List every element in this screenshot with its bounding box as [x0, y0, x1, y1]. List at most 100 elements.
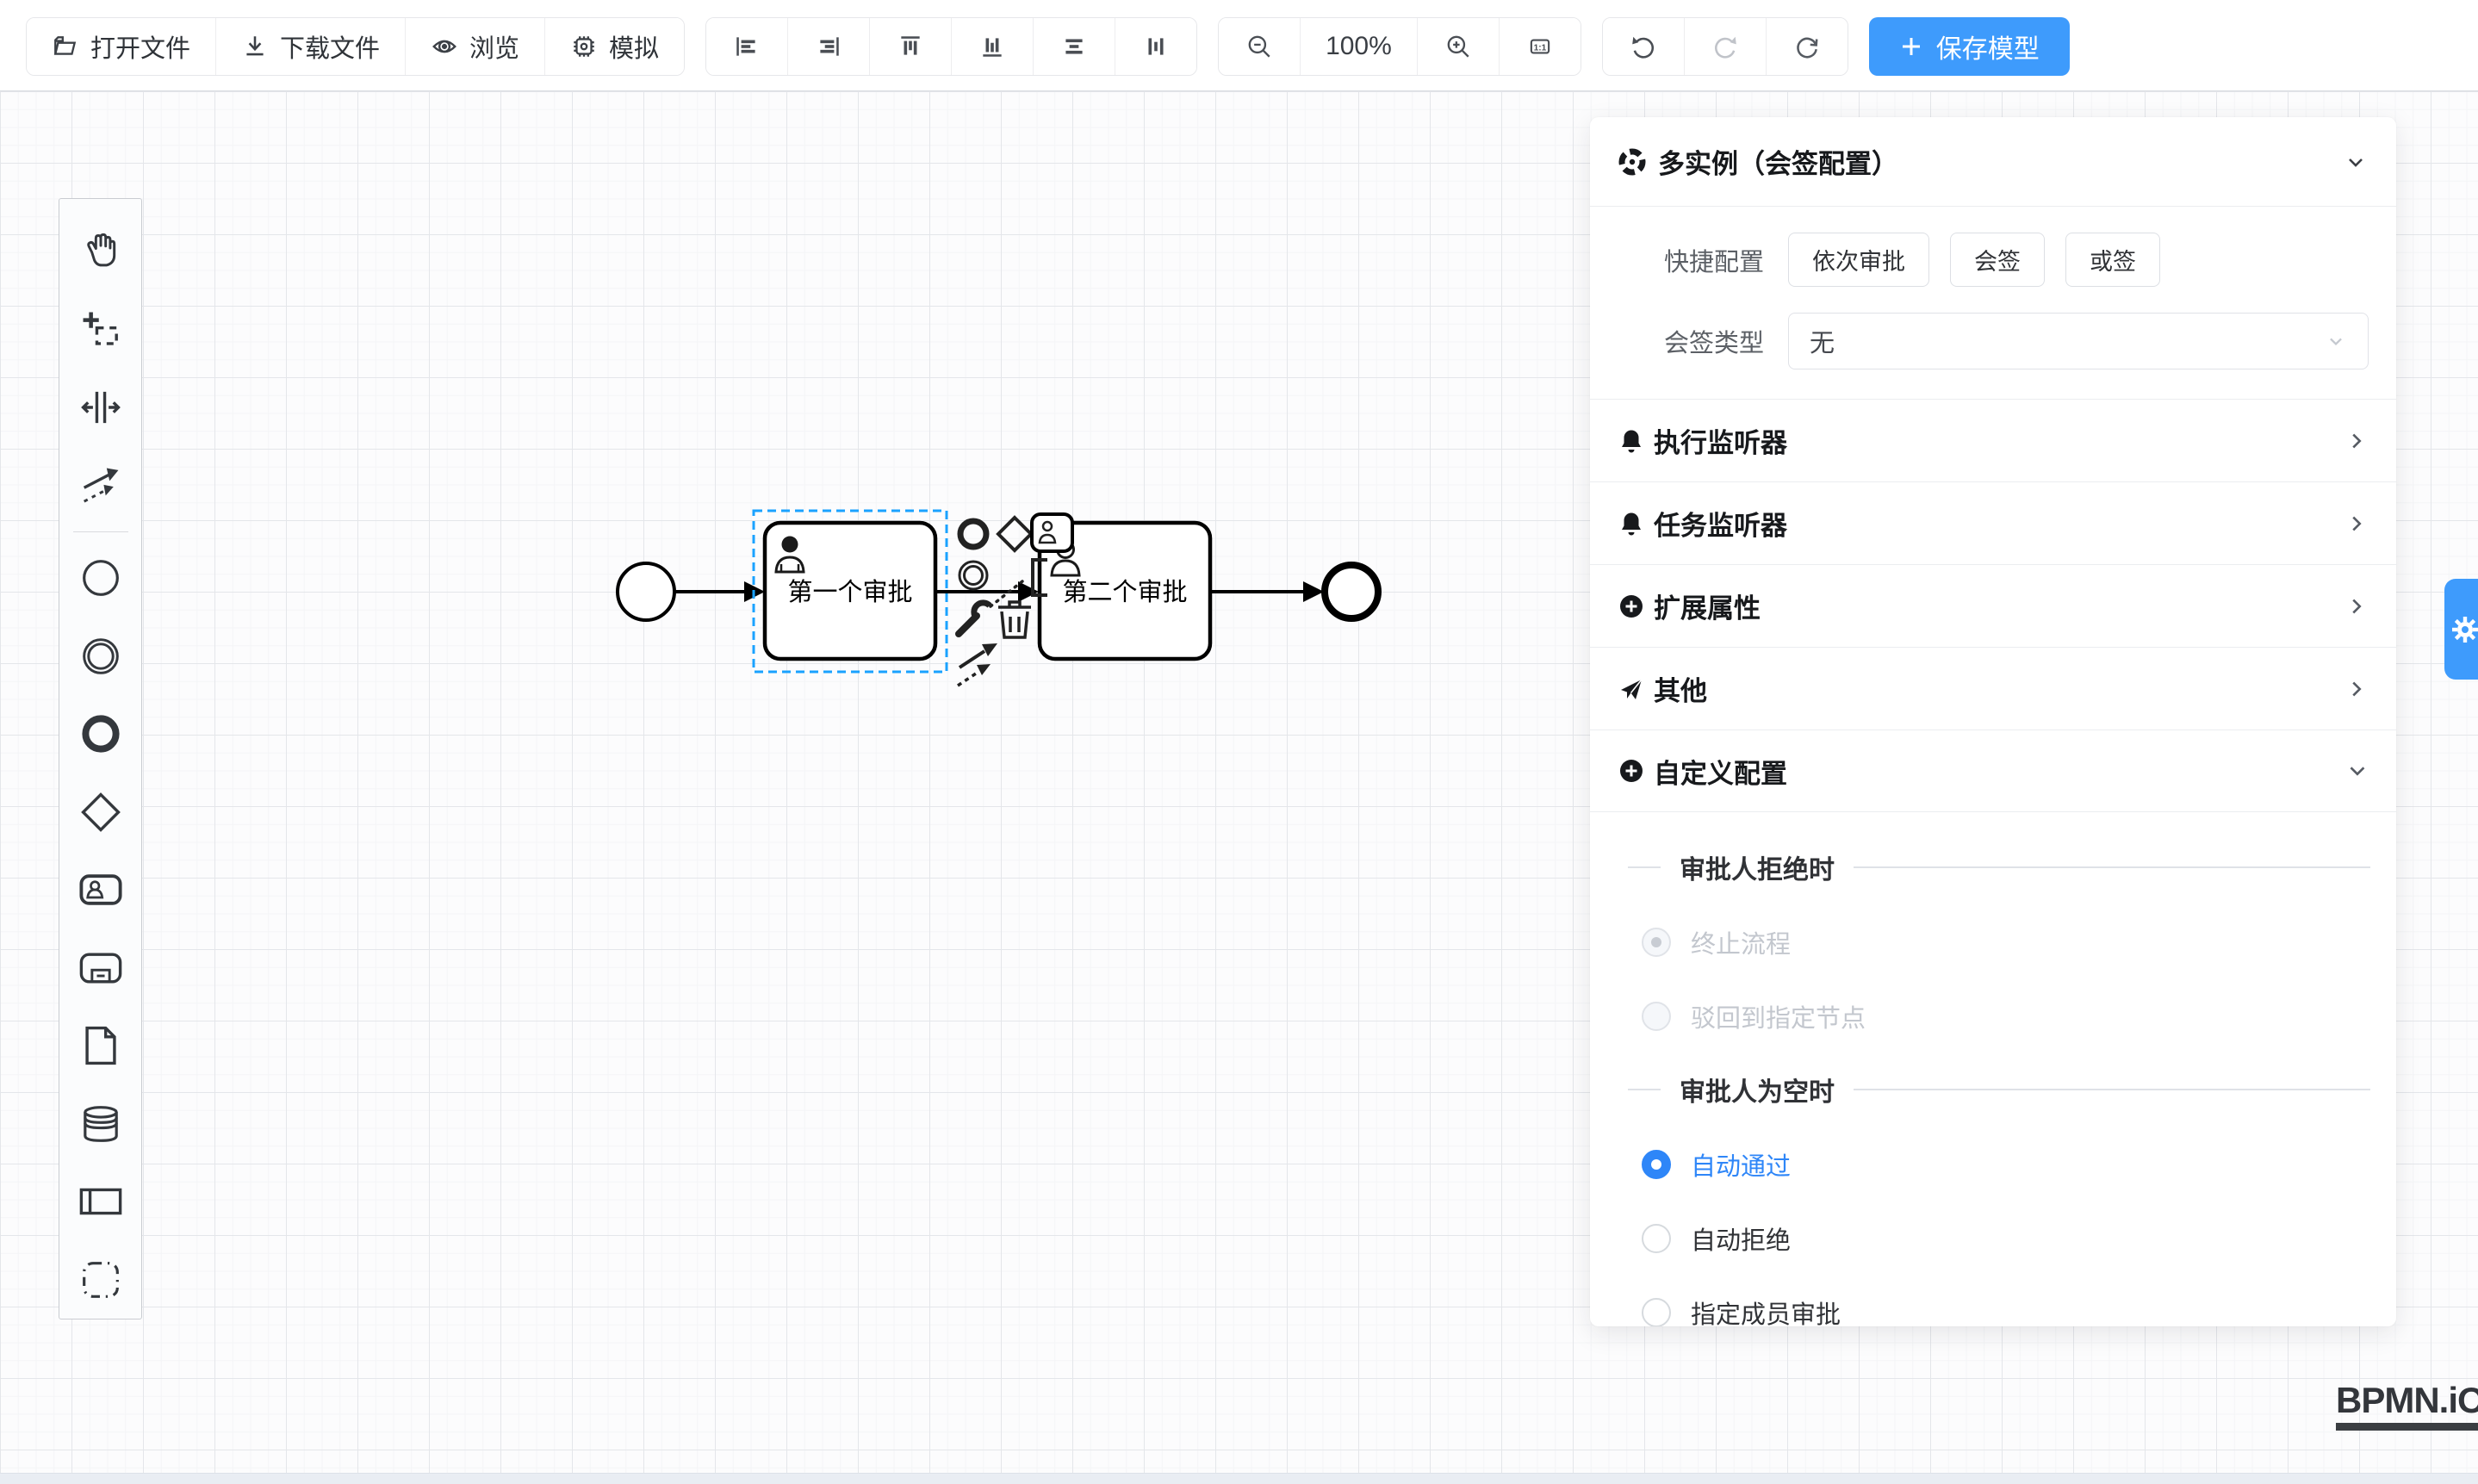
append-task-icon[interactable] — [1032, 514, 1072, 551]
gateway-icon — [79, 791, 122, 834]
simulate-button[interactable]: 模拟 — [544, 18, 684, 75]
task-first-approval[interactable]: 第一个审批 — [765, 523, 935, 659]
palette-data-store[interactable] — [59, 1085, 142, 1164]
sub-process-icon — [78, 947, 123, 990]
palette-participant-pool[interactable] — [59, 1163, 142, 1241]
palette-start-event[interactable] — [59, 539, 142, 618]
append-intermediate-event-icon[interactable] — [960, 562, 987, 589]
align-center-vertical-icon — [1142, 33, 1170, 60]
align-center-horizontal-button[interactable] — [1033, 18, 1115, 75]
radio-auto-pass[interactable]: 自动通过 — [1642, 1146, 2396, 1183]
zoom-in-button[interactable] — [1417, 18, 1499, 75]
align-center-horizontal-icon — [1060, 33, 1088, 60]
horizontal-scrollbar[interactable] — [0, 1473, 2478, 1484]
append-gateway-icon[interactable] — [998, 518, 1031, 550]
plus-icon — [1899, 34, 1923, 59]
undo-icon — [1630, 33, 1657, 60]
start-event[interactable] — [618, 563, 674, 620]
palette-end-event[interactable] — [59, 695, 142, 773]
download-icon — [241, 33, 269, 60]
radio-terminate-process[interactable]: 终止流程 — [1642, 924, 2396, 960]
append-end-event-icon[interactable] — [960, 521, 986, 547]
quick-option-sequential[interactable]: 依次审批 — [1788, 233, 1929, 287]
chevron-down-icon — [2325, 330, 2347, 352]
zoom-out-button[interactable] — [1219, 18, 1300, 75]
multi-type-label: 会签类型 — [1618, 323, 1764, 359]
align-left-button[interactable] — [706, 18, 787, 75]
undo-button[interactable] — [1603, 18, 1684, 75]
palette-user-task[interactable] — [59, 851, 142, 929]
quick-option-orsign[interactable]: 或签 — [2065, 233, 2160, 287]
palette-sub-process[interactable] — [59, 929, 142, 1008]
redo-button[interactable] — [1684, 18, 1766, 75]
eye-icon — [431, 33, 458, 60]
zoom-level[interactable]: 100% — [1300, 18, 1417, 75]
preview-button[interactable]: 浏览 — [405, 18, 544, 75]
palette-data-object[interactable] — [59, 1007, 142, 1085]
zoom-level-value: 100% — [1326, 32, 1392, 61]
zoom-in-icon — [1444, 33, 1472, 60]
toolbar: 打开文件 下载文件 浏览 模拟 — [26, 17, 2070, 76]
chevron-down-icon — [2344, 759, 2369, 783]
radio-label: 自动拒绝 — [1691, 1220, 1791, 1257]
settings-tab[interactable] — [2444, 579, 2478, 680]
quick-config-label: 快捷配置 — [1618, 242, 1764, 278]
bell-icon — [1618, 427, 1645, 455]
space-tool[interactable] — [59, 369, 142, 447]
radio-auto-reject[interactable]: 自动拒绝 — [1642, 1220, 2396, 1257]
chip-icon — [570, 33, 598, 60]
section-task-listener[interactable]: 任务监听器 — [1590, 481, 2396, 564]
zoom-reset-icon: 1:1 — [1526, 33, 1554, 60]
section-label: 自定义配置 — [1654, 752, 1787, 791]
palette-group[interactable] — [59, 1241, 142, 1319]
palette-gateway[interactable] — [59, 773, 142, 852]
section-other[interactable]: 其他 — [1590, 647, 2396, 730]
refresh-button[interactable] — [1766, 18, 1848, 75]
section-extended-attributes[interactable]: 扩展属性 — [1590, 564, 2396, 647]
task-label: 第一个审批 — [787, 578, 912, 606]
panel-sections: 执行监听器 任务监听器 扩展属性 其他 — [1590, 399, 2396, 812]
quick-config-options: 依次审批 会签 或签 — [1788, 233, 2160, 287]
save-model-button[interactable]: 保存模型 — [1869, 17, 2070, 76]
user-task-icon — [78, 868, 123, 911]
quick-option-countersign[interactable]: 会签 — [1950, 233, 2045, 287]
plus-circle-icon — [1618, 757, 1645, 785]
wrench-icon[interactable] — [959, 603, 990, 634]
end-event[interactable] — [1325, 565, 1378, 618]
panel-header[interactable]: 多实例（会签配置） — [1590, 117, 2396, 207]
radio-assign-member[interactable]: 指定成员审批 — [1642, 1295, 2396, 1326]
bell-icon — [1618, 510, 1645, 537]
section-label: 其他 — [1654, 669, 1707, 708]
align-right-button[interactable] — [787, 18, 869, 75]
align-right-icon — [815, 33, 842, 60]
align-top-button[interactable] — [869, 18, 951, 75]
align-bottom-button[interactable] — [951, 18, 1033, 75]
hand-tool[interactable] — [59, 213, 142, 291]
open-file-button[interactable]: 打开文件 — [27, 18, 215, 75]
radio-icon — [1642, 1150, 1671, 1179]
palette-intermediate-event[interactable] — [59, 618, 142, 696]
bpmn-io-logo: BPMN.iO — [2336, 1381, 2478, 1431]
radio-label: 指定成员审批 — [1691, 1295, 1841, 1326]
radio-label: 自动通过 — [1691, 1146, 1791, 1183]
space-tool-icon — [79, 386, 122, 429]
download-file-button[interactable]: 下载文件 — [215, 18, 405, 75]
task-label: 第二个审批 — [1062, 578, 1187, 606]
multi-type-select[interactable]: 无 — [1788, 313, 2369, 369]
lasso-icon — [79, 308, 122, 351]
data-store-icon — [79, 1102, 122, 1146]
section-execution-listener[interactable]: 执行监听器 — [1590, 399, 2396, 481]
zoom-reset-button[interactable]: 1:1 — [1499, 18, 1581, 75]
connect-tool-icon[interactable] — [958, 643, 997, 686]
chevron-down-icon[interactable] — [2343, 149, 2369, 175]
history-group — [1602, 17, 1848, 76]
radio-return-to-node[interactable]: 驳回到指定节点 — [1642, 998, 2396, 1034]
intermediate-event-icon — [79, 635, 122, 678]
end-event-icon — [79, 712, 122, 755]
align-center-vertical-button[interactable] — [1115, 18, 1196, 75]
zoom-out-icon — [1245, 33, 1273, 60]
global-connect-tool[interactable] — [59, 447, 142, 525]
section-custom-config[interactable]: 自定义配置 — [1590, 730, 2396, 812]
trash-icon[interactable] — [998, 602, 1031, 637]
lasso-tool[interactable] — [59, 291, 142, 369]
